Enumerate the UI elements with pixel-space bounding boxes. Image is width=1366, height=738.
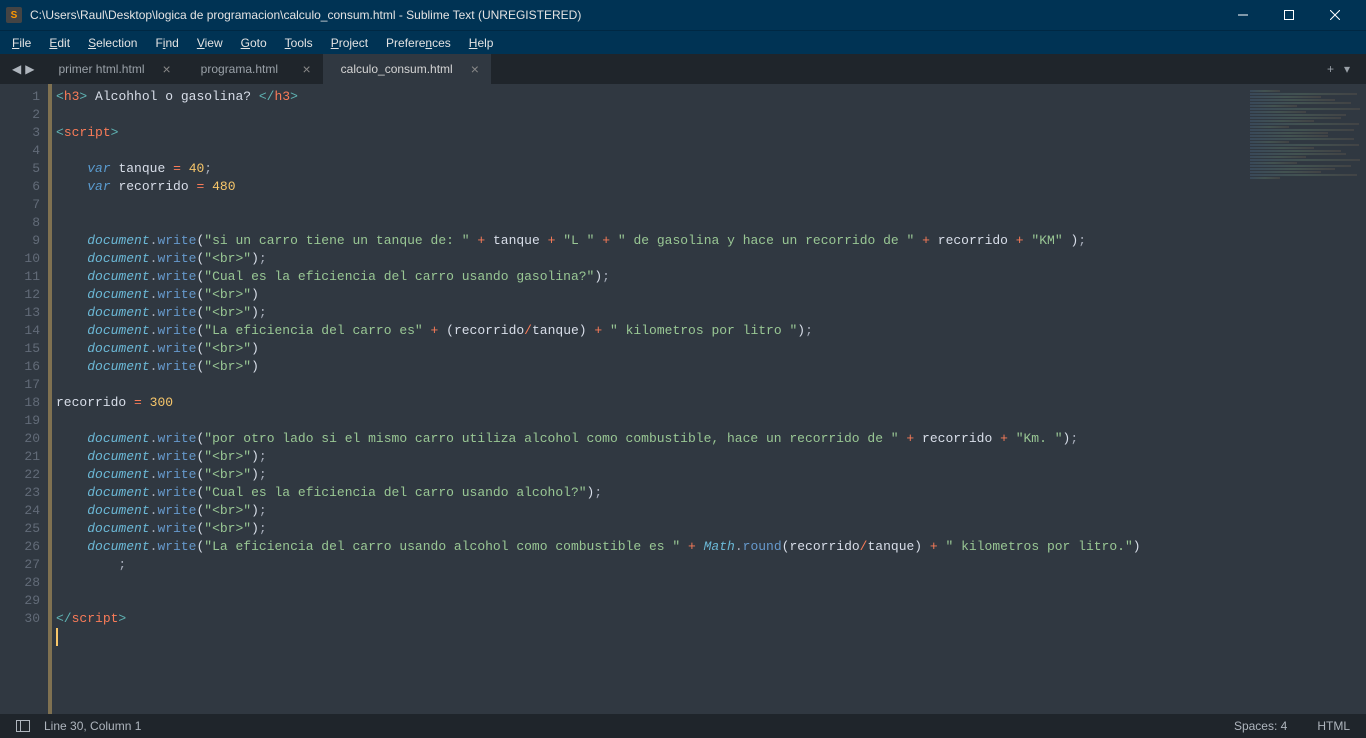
menu-tools[interactable]: Tools [277, 33, 321, 53]
tab-label: calculo_consum.html [341, 62, 453, 76]
tabbar: ◀ ▶ primer html.html × programa.html × c… [0, 54, 1366, 84]
minimap[interactable] [1246, 84, 1366, 714]
close-button[interactable] [1312, 0, 1358, 30]
menu-edit[interactable]: Edit [41, 33, 78, 53]
status-position[interactable]: Line 30, Column 1 [44, 719, 141, 733]
status-syntax[interactable]: HTML [1317, 719, 1350, 733]
tab-dropdown-icon[interactable]: ▾ [1344, 62, 1350, 76]
menu-find[interactable]: Find [147, 33, 186, 53]
new-tab-icon[interactable]: + [1327, 62, 1334, 76]
tab-programa[interactable]: programa.html × [183, 54, 323, 84]
menubar: File Edit Selection Find View Goto Tools… [0, 30, 1366, 54]
titlebar: S C:\Users\Raul\Desktop\logica de progra… [0, 0, 1366, 30]
maximize-button[interactable] [1266, 0, 1312, 30]
menu-view[interactable]: View [189, 33, 231, 53]
tab-nav-back-icon[interactable]: ◀ [12, 62, 21, 76]
window-title: C:\Users\Raul\Desktop\logica de programa… [30, 8, 581, 22]
tab-close-icon[interactable]: × [162, 61, 170, 77]
gutter: 1234567891011121314151617181920212223242… [0, 84, 48, 714]
code-area[interactable]: <h3> Alcohhol o gasolina? </h3> <script>… [48, 84, 1246, 714]
tab-nav-forward-icon[interactable]: ▶ [25, 62, 34, 76]
menu-goto[interactable]: Goto [233, 33, 275, 53]
tab-close-icon[interactable]: × [302, 61, 310, 77]
tab-calculo-consum[interactable]: calculo_consum.html × [323, 54, 491, 84]
minimize-button[interactable] [1220, 0, 1266, 30]
app-logo: S [6, 7, 22, 23]
status-spaces[interactable]: Spaces: 4 [1234, 719, 1287, 733]
menu-help[interactable]: Help [461, 33, 502, 53]
tab-primer-html[interactable]: primer html.html × [40, 54, 182, 84]
tab-label: primer html.html [58, 62, 144, 76]
panel-toggle-icon[interactable] [16, 720, 30, 732]
menu-file[interactable]: File [4, 33, 39, 53]
menu-selection[interactable]: Selection [80, 33, 145, 53]
tab-close-icon[interactable]: × [471, 61, 479, 77]
menu-project[interactable]: Project [323, 33, 376, 53]
tab-label: programa.html [201, 62, 278, 76]
menu-preferences[interactable]: Preferences [378, 33, 459, 53]
statusbar: Line 30, Column 1 Spaces: 4 HTML [0, 714, 1366, 738]
editor[interactable]: 1234567891011121314151617181920212223242… [0, 84, 1366, 714]
